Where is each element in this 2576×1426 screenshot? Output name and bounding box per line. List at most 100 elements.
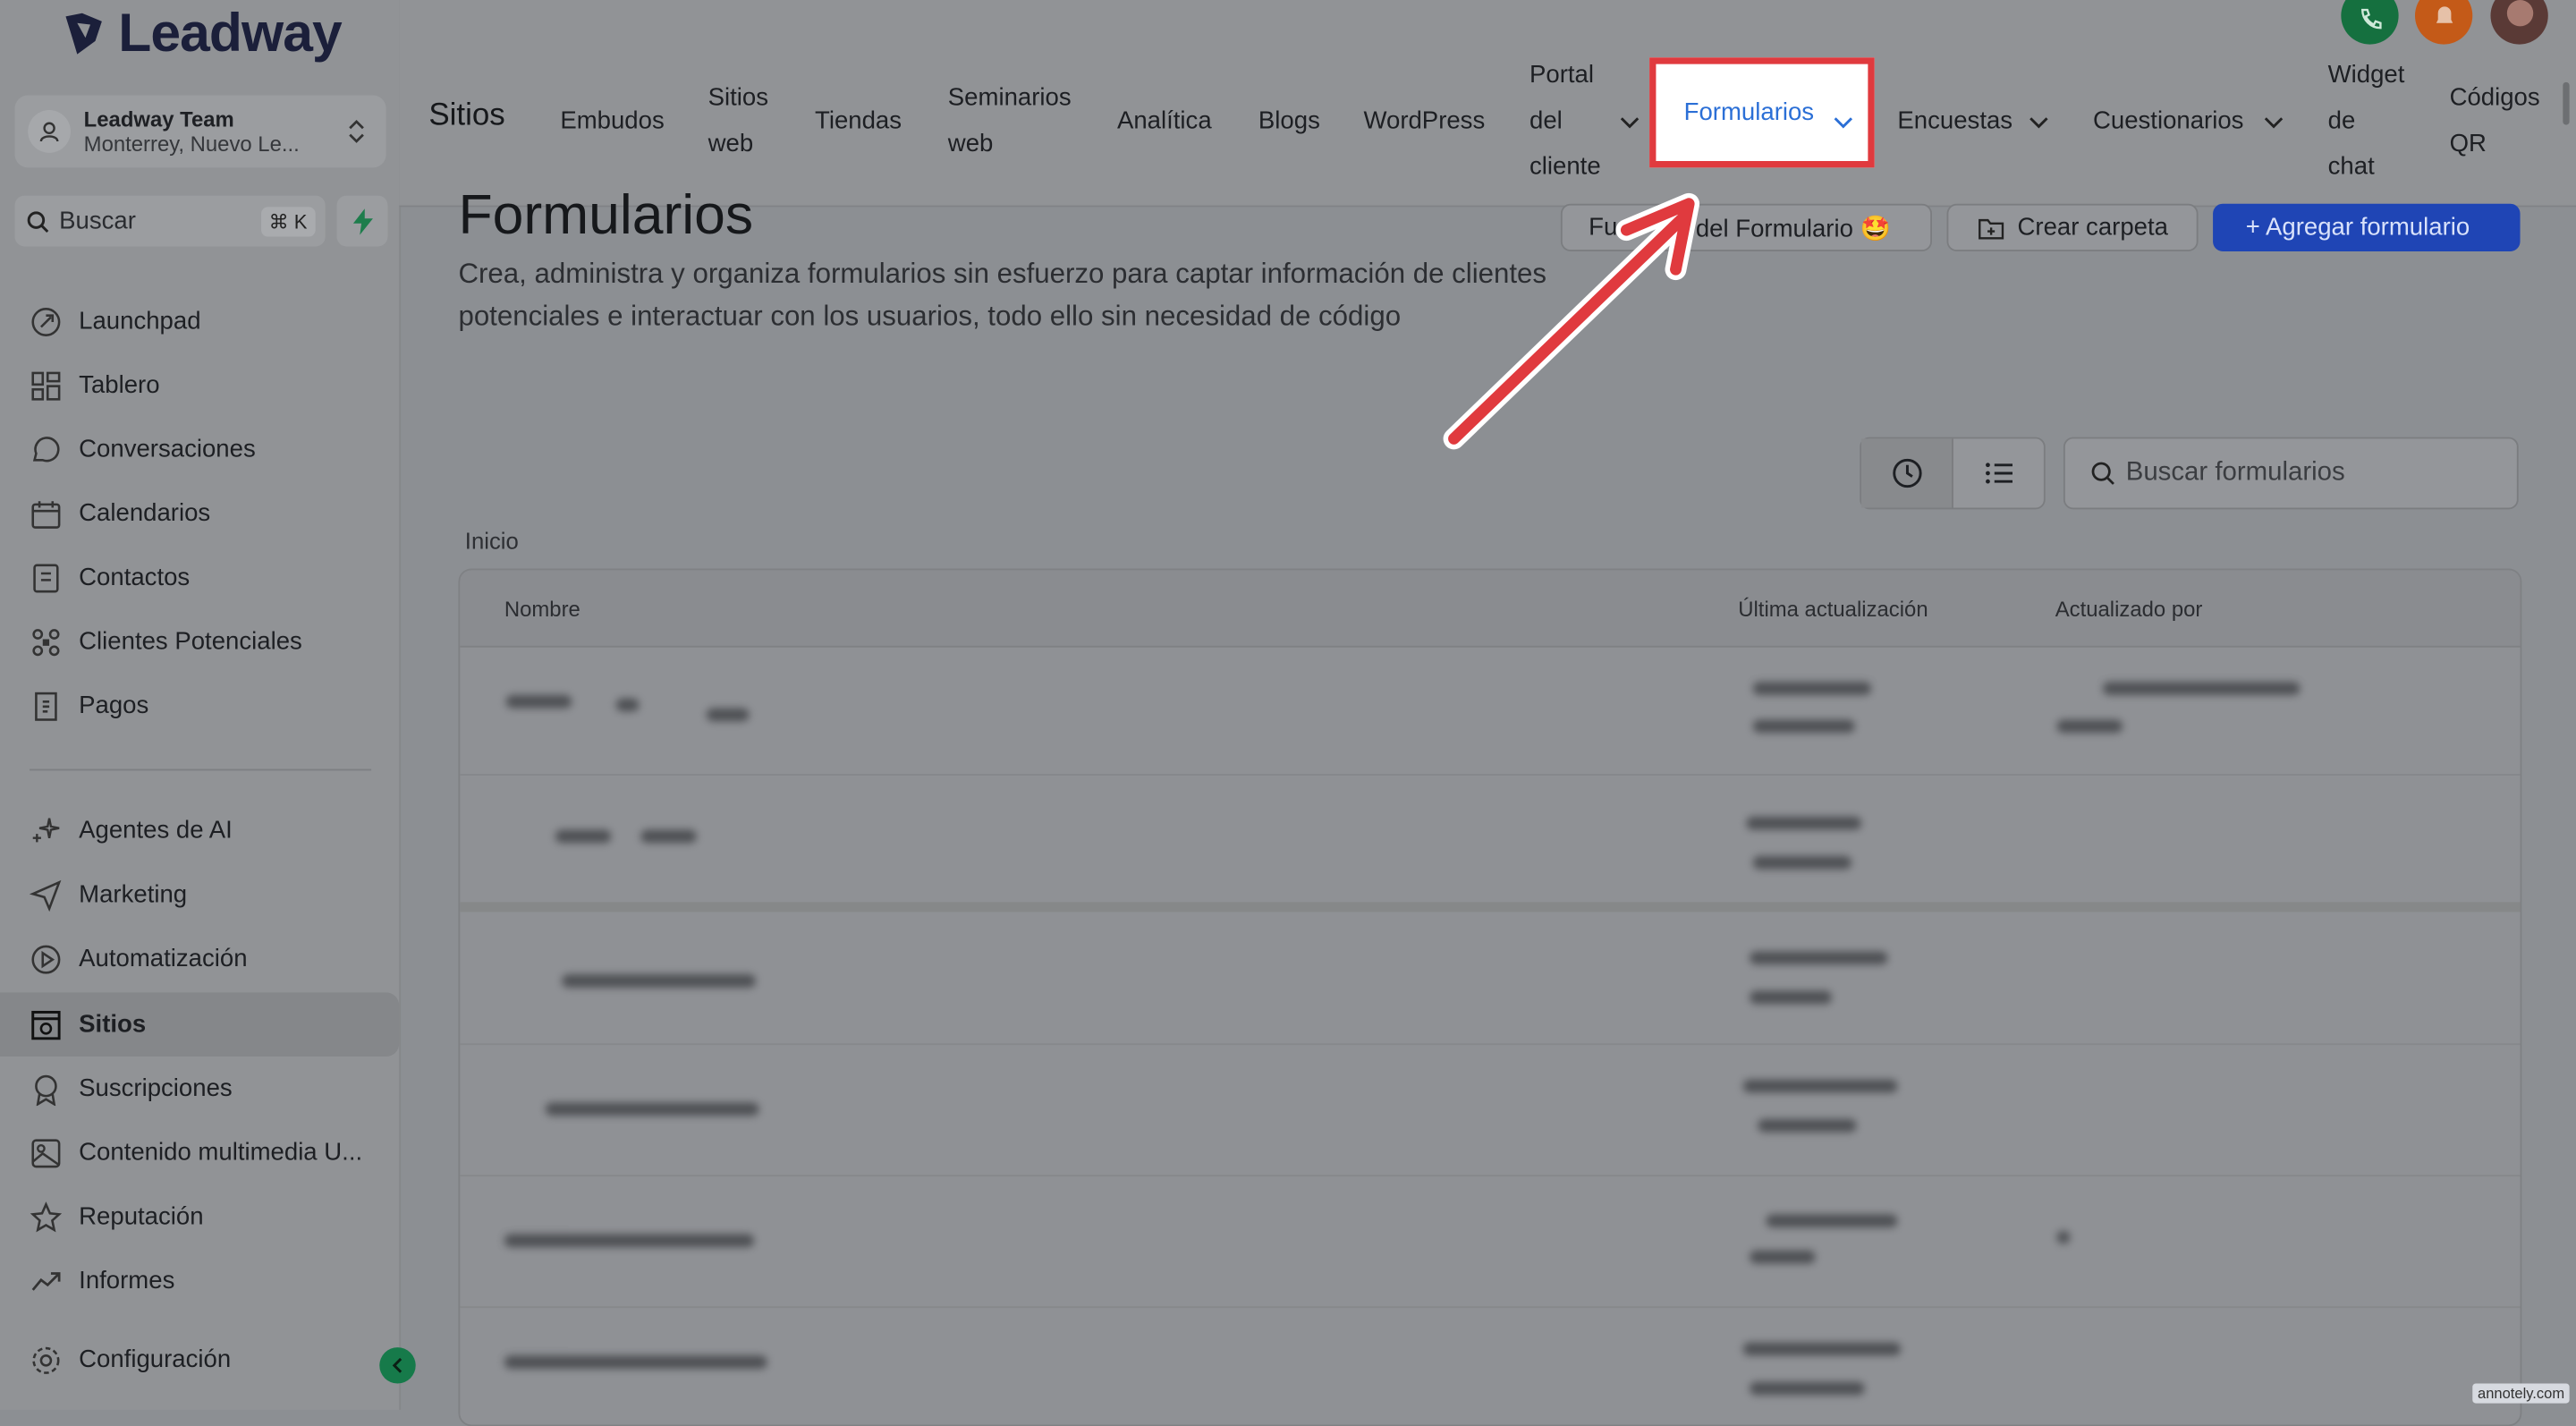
- search-icon: [27, 210, 49, 233]
- sidebar-item-sitios[interactable]: Sitios: [0, 992, 400, 1057]
- grid-icon: [31, 370, 61, 400]
- sidebar-search-placeholder: Buscar: [59, 207, 136, 235]
- contacts-icon: [33, 563, 59, 592]
- tab-codigos-qr[interactable]: Códigos QR: [2450, 75, 2540, 167]
- tab-portal-cliente[interactable]: Portal del cliente: [1530, 53, 1601, 191]
- table-row[interactable]: [460, 1175, 2521, 1309]
- logo-icon: [65, 13, 102, 55]
- sidebar-item-label: Tablero: [79, 371, 160, 400]
- sidebar-item-label: Contactos: [79, 563, 191, 592]
- tab-wordpress[interactable]: WordPress: [1363, 98, 1485, 144]
- sidebar-item-launchpad[interactable]: Launchpad: [0, 289, 399, 353]
- tab-encuestas[interactable]: Encuestas: [1897, 98, 2012, 144]
- sidebar-item-reputacion[interactable]: Reputación: [0, 1184, 399, 1249]
- table-row[interactable]: [460, 1043, 2521, 1177]
- sidebar-divider: [30, 768, 372, 771]
- account-location: Monterrey, Nuevo Le...: [83, 131, 300, 157]
- calendar-icon: [31, 500, 61, 528]
- column-header-updated: Última actualización: [1738, 596, 1928, 622]
- sidebar-item-clientes-potenciales[interactable]: Clientes Potenciales: [0, 609, 399, 674]
- chevron-down-icon[interactable]: [1620, 112, 1640, 132]
- sidebar-item-pagos[interactable]: Pagos: [0, 674, 399, 738]
- avatar-face: [2506, 0, 2534, 27]
- payments-icon: [35, 691, 57, 720]
- phone-icon: [2361, 8, 2382, 30]
- sidebar-item-label: Suscripciones: [79, 1074, 233, 1103]
- tab-embudos[interactable]: Embudos: [560, 98, 664, 144]
- sparkle-icon: [32, 817, 60, 842]
- clock-icon: [1892, 458, 1921, 488]
- sidebar-item-label: Calendarios: [79, 499, 211, 528]
- scrollbar[interactable]: [2563, 81, 2570, 125]
- tab-widget-chat[interactable]: Widget de chat: [2328, 53, 2405, 191]
- breadcrumb[interactable]: Inicio: [465, 528, 519, 554]
- sidebar-item-suscripciones[interactable]: Suscripciones: [0, 1057, 399, 1121]
- create-folder-button[interactable]: Crear carpeta: [1946, 203, 2199, 252]
- sidebar-item-label: Automatización: [79, 945, 248, 973]
- sidebar-item-marketing[interactable]: Marketing: [0, 862, 399, 927]
- phone-button[interactable]: [2341, 0, 2399, 45]
- sidebar-item-label: Launchpad: [79, 307, 201, 335]
- sidebar-item-configuracion[interactable]: Configuración: [0, 1328, 399, 1392]
- table-row[interactable]: [460, 912, 2521, 1046]
- sidebar-item-calendarios[interactable]: Calendarios: [0, 481, 399, 546]
- table-row[interactable]: [460, 774, 2521, 912]
- chevron-down-icon[interactable]: [2264, 112, 2284, 132]
- sidebar-item-contactos[interactable]: Contactos: [0, 546, 399, 610]
- add-form-label: + Agregar formulario: [2245, 213, 2470, 242]
- tab-seminarios-line2: web: [947, 130, 994, 158]
- logo[interactable]: Leadway: [59, 0, 343, 65]
- media-icon: [31, 1138, 61, 1167]
- send-icon: [30, 879, 62, 912]
- forms-table: Nombre Última actualización Actualizado …: [458, 568, 2522, 1426]
- sidebar-item-informes[interactable]: Informes: [0, 1249, 399, 1313]
- recent-view-button[interactable]: [1861, 438, 1953, 508]
- sidebar-item-contenido-multimedia[interactable]: Contenido multimedia U...: [0, 1121, 399, 1185]
- chevron-down-icon[interactable]: [1834, 112, 1853, 132]
- sidebar-search[interactable]: Buscar ⌘ K: [14, 195, 326, 247]
- table-header: Nombre Última actualización Actualizado …: [460, 570, 2521, 648]
- gear-icon: [32, 1345, 60, 1373]
- table-row[interactable]: [460, 646, 2521, 776]
- sidebar-item-agentes-ai[interactable]: Agentes de AI: [0, 799, 399, 863]
- rocket-icon: [31, 307, 61, 336]
- add-form-button[interactable]: + Agregar formulario: [2213, 203, 2521, 252]
- sidebar-item-tablero[interactable]: Tablero: [0, 353, 399, 418]
- sidebar-item-conversaciones[interactable]: Conversaciones: [0, 418, 399, 482]
- tab-cuestionarios[interactable]: Cuestionarios: [2093, 98, 2243, 144]
- automation-icon: [31, 944, 61, 973]
- sidebar-item-label: Reputación: [79, 1202, 204, 1231]
- tab-sitios-web[interactable]: Sitios web: [708, 75, 768, 167]
- sidebar-item-label: Marketing: [79, 880, 188, 909]
- column-header-updated-by: Actualizado por: [2055, 596, 2203, 622]
- annotation-arrow: [1443, 192, 1700, 450]
- tab-seminarios-web[interactable]: Seminarios web: [948, 75, 1072, 167]
- tab-portal-line1: Portal: [1529, 60, 1594, 89]
- quick-actions-button[interactable]: [336, 195, 388, 247]
- create-folder-label: Crear carpeta: [2017, 213, 2168, 242]
- chevron-updown-icon: [349, 119, 364, 143]
- view-toggle: [1860, 437, 2046, 510]
- watermark: annotely.com: [2472, 1383, 2570, 1404]
- tab-seminarios-line1: Seminarios: [947, 83, 1072, 112]
- sidebar-item-automatizacion[interactable]: Automatización: [0, 927, 399, 991]
- tab-codigos-line2: QR: [2449, 130, 2487, 158]
- tab-sitios-web-line1: Sitios: [708, 83, 769, 112]
- tab-codigos-line1: Códigos: [2449, 83, 2540, 112]
- account-name: Leadway Team: [83, 106, 234, 132]
- forms-search-input[interactable]: Buscar formularios: [2063, 437, 2519, 510]
- sidebar-item-label: Contenido multimedia U...: [79, 1138, 363, 1167]
- list-view-button[interactable]: [1953, 438, 2044, 507]
- tab-analitica[interactable]: Analítica: [1117, 98, 1212, 144]
- account-switcher[interactable]: Leadway Team Monterrey, Nuevo Le...: [14, 95, 386, 168]
- chevron-down-icon[interactable]: [2029, 112, 2048, 132]
- notifications-button[interactable]: [2414, 0, 2473, 45]
- tab-formularios[interactable]: Formularios: [1684, 98, 1814, 126]
- tab-blogs[interactable]: Blogs: [1258, 98, 1320, 144]
- chart-icon: [31, 1271, 61, 1290]
- avatar[interactable]: [2490, 0, 2548, 45]
- tab-widget-line2: de: [2327, 106, 2356, 135]
- tab-tiendas[interactable]: Tiendas: [815, 98, 902, 144]
- bell-icon: [2436, 6, 2453, 23]
- table-row[interactable]: [460, 1306, 2520, 1424]
